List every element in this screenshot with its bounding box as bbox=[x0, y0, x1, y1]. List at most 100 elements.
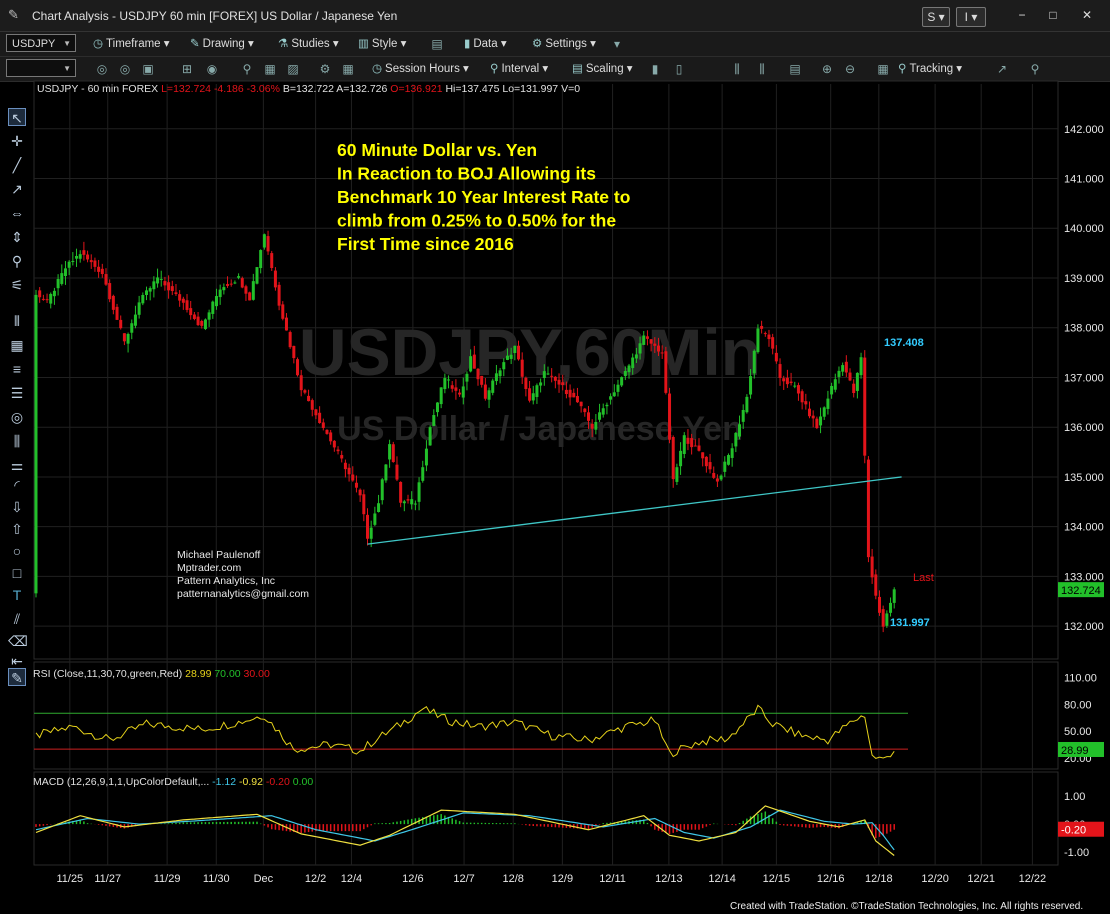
candle-body bbox=[852, 383, 856, 394]
candle-body bbox=[428, 427, 432, 446]
candle-body bbox=[704, 456, 708, 467]
candle-body bbox=[413, 503, 417, 505]
candle-body bbox=[682, 435, 686, 454]
time-tick-label: 11/25 bbox=[56, 873, 83, 885]
candle-body bbox=[653, 343, 657, 346]
candle-body bbox=[756, 328, 760, 353]
candle-body bbox=[93, 260, 97, 267]
candle-body bbox=[314, 409, 318, 416]
candle-body bbox=[763, 333, 767, 335]
candle-body bbox=[97, 266, 101, 272]
time-tick-label: 12/7 bbox=[453, 873, 474, 885]
candle-body bbox=[130, 323, 134, 333]
candle-body bbox=[487, 390, 491, 400]
candle-body bbox=[347, 467, 351, 475]
candle-body bbox=[642, 335, 646, 345]
candle-body bbox=[189, 308, 193, 316]
candle-body bbox=[796, 385, 800, 394]
annotation-line: climb from 0.25% to 0.50% for the bbox=[337, 211, 616, 231]
candle-body bbox=[782, 378, 786, 382]
candle-body bbox=[141, 295, 145, 304]
candle-body bbox=[229, 283, 233, 285]
time-tick-label: 12/6 bbox=[402, 873, 423, 885]
candle-body bbox=[402, 501, 406, 504]
candle-body bbox=[281, 304, 285, 319]
candle-body bbox=[557, 379, 561, 385]
candle-body bbox=[56, 279, 60, 289]
candle-body bbox=[730, 448, 734, 458]
watermark-symbol: USDJPY,60Min bbox=[299, 315, 761, 389]
candle-body bbox=[645, 336, 649, 339]
candle-body bbox=[697, 445, 701, 451]
time-tick-label: 12/15 bbox=[763, 873, 791, 885]
candle-body bbox=[395, 464, 399, 480]
candle-body bbox=[366, 514, 369, 539]
candle-body bbox=[546, 373, 550, 375]
candle-body bbox=[185, 300, 189, 310]
candle-body bbox=[524, 377, 528, 390]
candle-body bbox=[686, 437, 690, 444]
candle-body bbox=[664, 351, 668, 393]
candle-body bbox=[844, 361, 848, 373]
candle-body bbox=[649, 339, 653, 344]
time-tick-label: 12/13 bbox=[655, 873, 683, 885]
macd-tick-label: 1.00 bbox=[1064, 791, 1085, 803]
candle-body bbox=[211, 301, 215, 314]
candle-body bbox=[631, 357, 635, 369]
candle-body bbox=[454, 387, 458, 391]
candle-body bbox=[715, 478, 719, 482]
candle-body bbox=[310, 400, 314, 410]
candle-body bbox=[358, 489, 362, 496]
candle-body bbox=[623, 371, 627, 377]
candle-body bbox=[491, 380, 495, 393]
candle-body bbox=[270, 253, 274, 268]
last-price-value: 132.724 bbox=[1061, 585, 1101, 597]
candle-body bbox=[594, 421, 598, 430]
candle-body bbox=[855, 372, 859, 391]
candle-body bbox=[568, 389, 572, 398]
candle-body bbox=[354, 482, 358, 488]
candle-body bbox=[800, 391, 804, 403]
time-tick-label: 11/30 bbox=[203, 873, 230, 885]
candle-body bbox=[738, 424, 742, 437]
candle-body bbox=[152, 281, 156, 290]
candle-body bbox=[262, 234, 266, 248]
candle-body bbox=[126, 333, 130, 344]
candle-body bbox=[465, 373, 469, 382]
candle-body bbox=[203, 319, 207, 330]
candle-body bbox=[399, 481, 403, 503]
candle-body bbox=[881, 609, 885, 627]
candle-body bbox=[174, 292, 178, 294]
candle-body bbox=[226, 284, 230, 286]
candle-body bbox=[561, 382, 565, 385]
candle-body bbox=[214, 296, 218, 307]
candle-body bbox=[660, 352, 664, 354]
chart-canvas[interactable]: 142.000 141.000 140.000 139.000 138.000 137.0… bbox=[0, 0, 1110, 914]
candle-body bbox=[509, 354, 513, 359]
candle-body bbox=[222, 287, 226, 291]
price-tick-label: 133.000 bbox=[1064, 571, 1104, 583]
time-tick-label: 12/18 bbox=[865, 873, 893, 885]
candle-body bbox=[340, 455, 344, 459]
candle-body bbox=[369, 527, 373, 539]
candle-body bbox=[435, 402, 439, 413]
candle-body bbox=[889, 602, 893, 613]
candle-body bbox=[200, 320, 204, 326]
candle-body bbox=[785, 377, 789, 385]
time-tick-label: 12/21 bbox=[967, 873, 995, 885]
candle-body bbox=[539, 382, 543, 386]
candle-body bbox=[461, 386, 465, 398]
time-tick-label: 12/2 bbox=[305, 873, 326, 885]
candle-body bbox=[417, 482, 421, 502]
candle-body bbox=[115, 306, 119, 320]
candle-body bbox=[133, 314, 137, 326]
credit-line: patternanalytics@gmail.com bbox=[177, 588, 309, 600]
candle-body bbox=[122, 333, 126, 342]
candle-body bbox=[815, 418, 819, 429]
candle-body bbox=[693, 445, 697, 447]
candle-body bbox=[45, 299, 49, 301]
macd-last-value: -0.20 bbox=[1061, 825, 1086, 837]
candle-body bbox=[605, 404, 609, 407]
time-tick-label: 12/14 bbox=[708, 873, 736, 885]
candle-body bbox=[52, 290, 56, 297]
